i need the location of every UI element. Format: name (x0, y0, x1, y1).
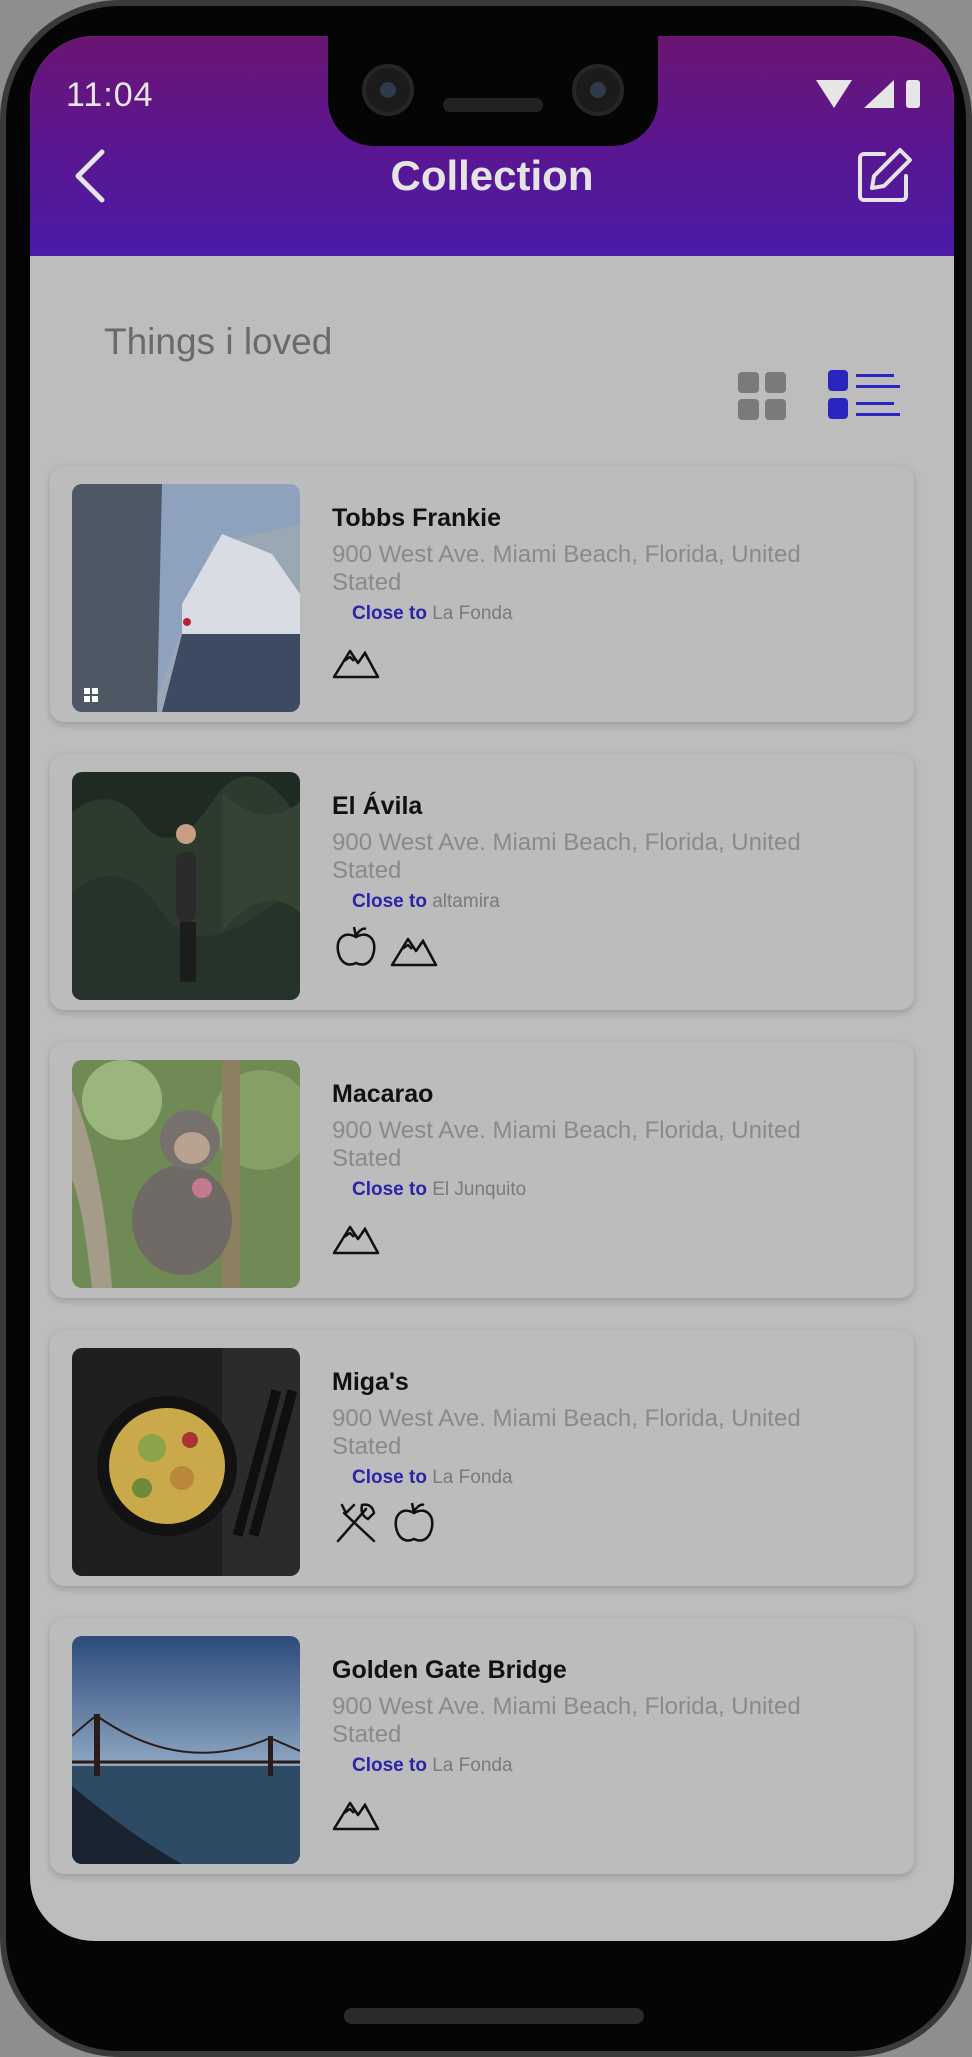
front-camera-icon (572, 64, 624, 116)
list-item[interactable]: Golden Gate Bridge 900 West Ave. Miami B… (50, 1618, 914, 1874)
close-to-place: La Fonda (432, 1755, 513, 1776)
close-to: Close to La Fonda (352, 603, 854, 625)
place-photo (72, 484, 300, 712)
list-item[interactable]: Miga's 900 West Ave. Miami Beach, Florid… (50, 1330, 914, 1586)
apple-icon (394, 1502, 434, 1542)
close-to-label: Close to (352, 1467, 427, 1488)
close-to-place: La Fonda (432, 603, 513, 624)
place-name: El Ávila (332, 792, 423, 820)
close-to-label: Close to (352, 1179, 427, 1200)
place-address: 900 West Ave. Miami Beach, Florida, Unit… (332, 829, 801, 884)
place-name: Golden Gate Bridge (332, 1656, 567, 1684)
mountain-icon (390, 937, 438, 967)
status-time: 11:04 (66, 76, 154, 114)
place-photo (72, 1060, 300, 1288)
place-address: 900 West Ave. Miami Beach, Florida, Unit… (332, 1693, 801, 1748)
place-name: Miga's (332, 1368, 409, 1396)
close-to-label: Close to (352, 1755, 427, 1776)
close-to-place: El Junquito (432, 1179, 527, 1200)
battery-icon (906, 80, 920, 108)
close-to: Close to La Fonda (352, 1755, 854, 1777)
list-item[interactable]: Tobbs Frankie 900 West Ave. Miami Beach,… (50, 466, 914, 722)
mountain-icon (332, 649, 380, 679)
app-screen: 11:04 Collection Things i loved Tobbs Fr… (30, 36, 954, 1941)
utensils-icon (336, 1503, 376, 1543)
close-to: Close to La Fonda (352, 1467, 854, 1489)
places-list: Tobbs Frankie 900 West Ave. Miami Beach,… (50, 466, 914, 1906)
speaker-grille (443, 98, 543, 112)
place-address: 900 West Ave. Miami Beach, Florida, Unit… (332, 1117, 801, 1172)
mountain-icon (332, 1225, 380, 1255)
close-to-label: Close to (352, 603, 427, 624)
grid-view-toggle[interactable] (738, 372, 786, 420)
place-name: Tobbs Frankie (332, 504, 502, 532)
place-photo (72, 1636, 300, 1864)
close-to-place: altamira (432, 891, 500, 912)
front-camera-icon (362, 64, 414, 116)
close-to: Close to El Junquito (352, 1179, 854, 1201)
place-photo (72, 772, 300, 1000)
list-item[interactable]: El Ávila 900 West Ave. Miami Beach, Flor… (50, 754, 914, 1010)
phone-frame: 11:04 Collection Things i loved Tobbs Fr… (0, 0, 972, 2057)
status-icons (816, 80, 920, 108)
place-name: Macarao (332, 1080, 434, 1108)
page-title: Collection (390, 152, 594, 199)
wifi-icon (816, 80, 852, 108)
home-indicator[interactable] (344, 2008, 644, 2024)
cell-signal-icon (864, 80, 894, 108)
close-to-place: La Fonda (432, 1467, 513, 1488)
apple-icon (336, 926, 376, 966)
section-title: Things i loved (104, 321, 333, 362)
close-to: Close to altamira (352, 891, 854, 913)
place-address: 900 West Ave. Miami Beach, Florida, Unit… (332, 1405, 801, 1460)
place-address: 900 West Ave. Miami Beach, Florida, Unit… (332, 541, 801, 596)
edit-button[interactable] (854, 146, 914, 206)
mountain-icon (332, 1801, 380, 1831)
list-item[interactable]: Macarao 900 West Ave. Miami Beach, Flori… (50, 1042, 914, 1298)
camera-notch (328, 36, 658, 146)
place-photo (72, 1348, 300, 1576)
list-view-toggle[interactable] (828, 370, 900, 422)
close-to-label: Close to (352, 891, 427, 912)
